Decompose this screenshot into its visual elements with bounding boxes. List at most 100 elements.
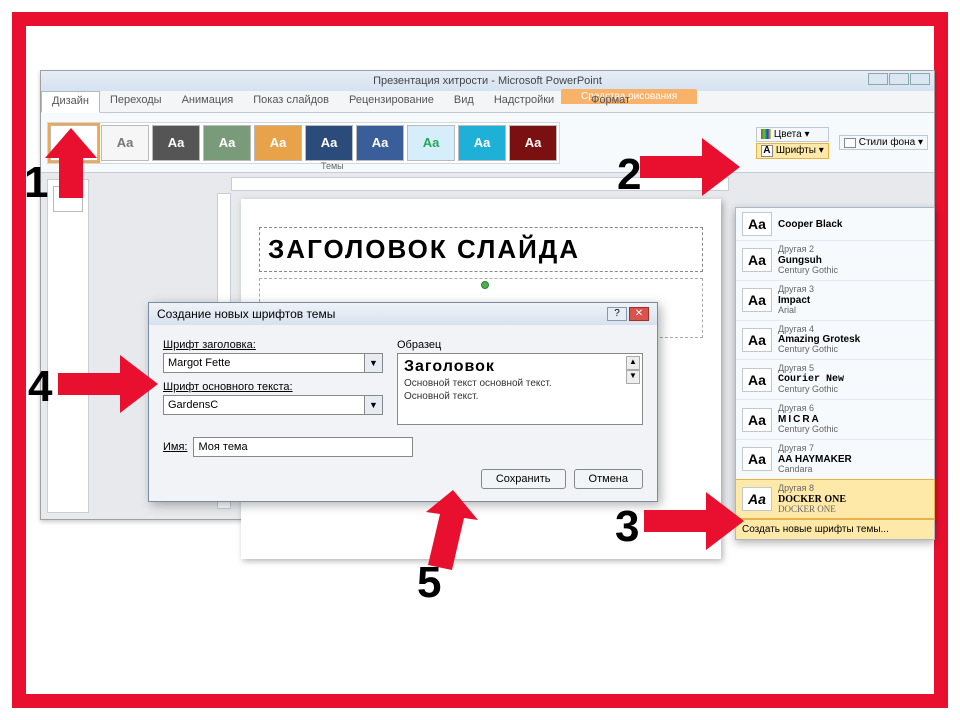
- tab-review[interactable]: Рецензирование: [339, 91, 444, 112]
- theme-thumb[interactable]: Aa: [203, 125, 251, 161]
- font-scheme-item[interactable]: Aa Другая 2GungsuhCentury Gothic: [736, 241, 934, 281]
- font-group: Другая 2: [778, 245, 838, 255]
- font-preview-icon: Aa: [742, 368, 772, 392]
- theme-thumb[interactable]: Aa: [407, 125, 455, 161]
- heading-font-label: Шрифт заголовка:: [163, 339, 383, 351]
- dropdown-arrow-icon[interactable]: ▼: [365, 353, 383, 373]
- save-button[interactable]: Сохранить: [481, 469, 566, 489]
- fonts-flyout: Aa Cooper Black Aa Другая 2GungsuhCentur…: [735, 207, 935, 540]
- ribbon: Aa Aa Aa Aa Aa Aa Aa Aa Aa Aa Темы Цвета…: [41, 113, 934, 173]
- font-group: Другая 7: [778, 444, 852, 454]
- dialog-body: Шрифт заголовка: ▼ Шрифт основного текст…: [149, 325, 657, 501]
- window-controls: [868, 73, 930, 85]
- font-preview-icon: Aa: [742, 328, 772, 352]
- fonts-icon: A: [761, 145, 773, 157]
- font-group: Другая 3: [778, 285, 814, 295]
- theme-gallery[interactable]: Aa Aa Aa Aa Aa Aa Aa Aa Aa Aa: [47, 122, 560, 164]
- theme-thumb[interactable]: Aa: [101, 125, 149, 161]
- bg-styles-icon: [844, 138, 856, 148]
- cancel-button[interactable]: Отмена: [574, 469, 643, 489]
- annotation-arrow-3: [644, 492, 744, 550]
- annotation-number-3: 3: [615, 502, 639, 552]
- create-new-theme-fonts[interactable]: Создать новые шрифты темы...: [736, 519, 934, 539]
- theme-thumb[interactable]: Aa: [356, 125, 404, 161]
- bg-styles-button[interactable]: Стили фона ▾: [839, 135, 928, 150]
- colors-button[interactable]: Цвета ▾: [756, 127, 829, 142]
- slide-thumbnail-panel[interactable]: [47, 179, 89, 513]
- theme-thumb[interactable]: Aa: [509, 125, 557, 161]
- font-scheme-item[interactable]: Aa Другая 7AA HAYMAKERCandara: [736, 440, 934, 480]
- ribbon-tabs: Дизайн Переходы Анимация Показ слайдов Р…: [41, 91, 934, 113]
- font-scheme-item[interactable]: Aa Другая 4Amazing GroteskCentury Gothic: [736, 321, 934, 361]
- dialog-title-bar[interactable]: Создание новых шрифтов темы ? ✕: [149, 303, 657, 325]
- theme-thumb[interactable]: Aa: [305, 125, 353, 161]
- theme-name-input[interactable]: [193, 437, 413, 457]
- font-preview-icon: Aa: [742, 487, 772, 511]
- font-scheme-item[interactable]: Aa Другая 6MICRACentury Gothic: [736, 400, 934, 440]
- slide-title-placeholder[interactable]: ЗАГОЛОВОК СЛАЙДА: [259, 227, 703, 272]
- font-group: Другая 6: [778, 404, 838, 414]
- tab-format[interactable]: Формат: [581, 91, 640, 109]
- sample-preview: Заголовок Основной текст основной текст.…: [397, 353, 643, 425]
- body-font-label: Шрифт основного текста:: [163, 381, 383, 393]
- font-sub: Arial: [778, 306, 814, 316]
- sample-spinner[interactable]: ▲▼: [626, 356, 640, 384]
- annotation-arrow-1: [45, 128, 97, 198]
- fonts-label: Шрифты ▾: [776, 145, 824, 156]
- tab-view[interactable]: Вид: [444, 91, 484, 112]
- theme-thumb[interactable]: Aa: [254, 125, 302, 161]
- ribbon-right-group: Цвета ▾ A Шрифты ▾: [756, 127, 829, 159]
- font-preview-icon: Aa: [742, 447, 772, 471]
- annotation-arrow-4: [58, 355, 158, 413]
- tab-animation[interactable]: Анимация: [172, 91, 244, 112]
- font-preview-icon: Aa: [742, 212, 772, 236]
- theme-thumb[interactable]: Aa: [458, 125, 506, 161]
- close-window-button[interactable]: [910, 73, 930, 85]
- title-bar: Презентация хитрости - Microsoft PowerPo…: [41, 71, 934, 91]
- fonts-button[interactable]: A Шрифты ▾: [756, 143, 829, 159]
- colors-icon: [761, 129, 771, 139]
- sample-title: Заголовок: [404, 358, 636, 376]
- bg-styles-label: Стили фона ▾: [859, 137, 923, 148]
- annotation-number-1: 1: [24, 158, 48, 208]
- font-sub: DOCKER ONE: [778, 505, 846, 515]
- font-group: Другая 8: [778, 484, 846, 494]
- tab-addins[interactable]: Надстройки: [484, 91, 564, 112]
- minimize-button[interactable]: [868, 73, 888, 85]
- font-sub: Century Gothic: [778, 345, 860, 355]
- font-preview-icon: Aa: [742, 408, 772, 432]
- theme-thumb[interactable]: Aa: [152, 125, 200, 161]
- font-sub: Century Gothic: [778, 385, 844, 395]
- body-font-combo[interactable]: ▼: [163, 395, 383, 415]
- annotation-number-2: 2: [617, 150, 641, 200]
- font-group: Другая 5: [778, 364, 844, 374]
- tab-transitions[interactable]: Переходы: [100, 91, 172, 112]
- font-sub: Candara: [778, 465, 852, 475]
- dialog-help-button[interactable]: ?: [607, 307, 627, 321]
- font-scheme-item[interactable]: Aa Другая 5Courier NewCentury Gothic: [736, 360, 934, 400]
- tab-slideshow[interactable]: Показ слайдов: [243, 91, 339, 112]
- maximize-button[interactable]: [889, 73, 909, 85]
- dropdown-arrow-icon[interactable]: ▼: [365, 395, 383, 415]
- create-theme-fonts-dialog: Создание новых шрифтов темы ? ✕ Шрифт за…: [148, 302, 658, 502]
- heading-font-combo[interactable]: ▼: [163, 353, 383, 373]
- tab-design[interactable]: Дизайн: [41, 91, 100, 113]
- font-preview-icon: Aa: [742, 248, 772, 272]
- font-group: Другая 4: [778, 325, 860, 335]
- annotation-arrow-2: [640, 138, 740, 196]
- bg-styles-area: Стили фона ▾: [839, 135, 928, 150]
- font-scheme-item[interactable]: Aa Другая 3ImpactArial: [736, 281, 934, 321]
- rotation-handle-icon[interactable]: [481, 281, 489, 289]
- font-name: Cooper Black: [778, 219, 842, 230]
- themes-group-label: Темы: [321, 161, 344, 171]
- sample-label: Образец: [397, 339, 643, 351]
- body-font-input[interactable]: [163, 395, 365, 415]
- font-preview-icon: Aa: [742, 288, 772, 312]
- heading-font-input[interactable]: [163, 353, 365, 373]
- dialog-close-button[interactable]: ✕: [629, 307, 649, 321]
- font-name: DOCKER ONE: [778, 494, 846, 505]
- font-scheme-item-selected[interactable]: Aa Другая 8DOCKER ONEDOCKER ONE: [736, 480, 934, 520]
- font-scheme-item[interactable]: Aa Cooper Black: [736, 208, 934, 241]
- annotation-number-5: 5: [417, 558, 441, 608]
- annotation-number-4: 4: [28, 362, 52, 412]
